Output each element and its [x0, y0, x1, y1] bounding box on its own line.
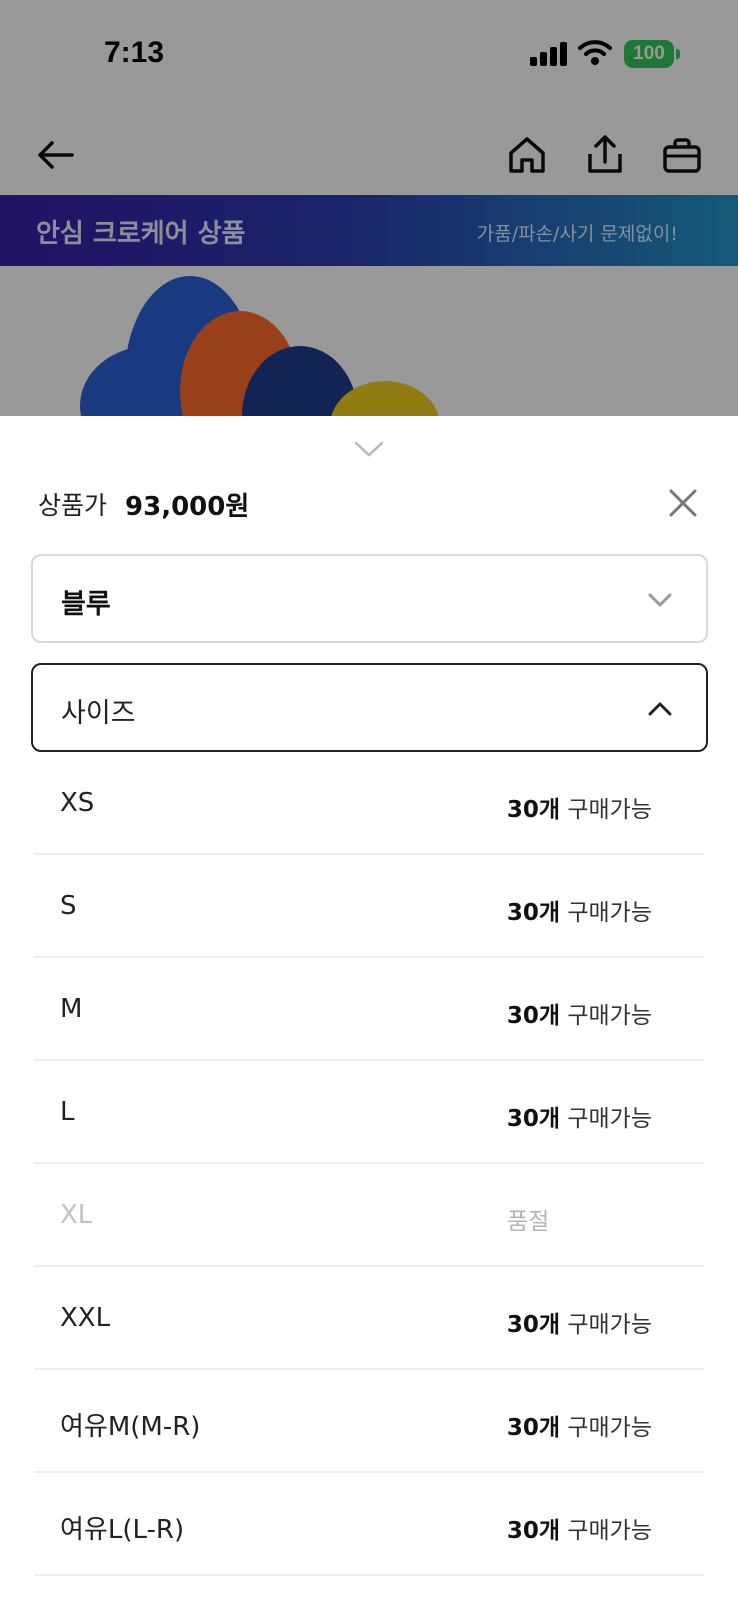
option-name: XS	[60, 788, 95, 818]
option-name: M	[60, 994, 83, 1024]
size-option-l[interactable]: L 30개 구매가능	[34, 1061, 704, 1164]
price-value: 93,000원	[125, 491, 250, 522]
option-qty: 30개	[506, 1106, 561, 1132]
size-option-list: XS 30개 구매가능 S 30개 구매가능 M 30개 구매가능 L 30개 …	[34, 752, 704, 1576]
color-select-value: 블루	[61, 589, 111, 620]
option-name: XL	[60, 1200, 93, 1230]
size-select-placeholder: 사이즈	[61, 698, 136, 729]
size-option-relaxed-m[interactable]: 여유M(M-R) 30개 구매가능	[34, 1370, 704, 1473]
option-qty: 30개	[506, 1415, 561, 1441]
option-qty: 30개	[506, 1312, 561, 1338]
size-option-xxl[interactable]: XXL 30개 구매가능	[34, 1267, 704, 1370]
price-label: 상품가	[38, 491, 108, 520]
option-stock: 30개 구매가능	[507, 893, 652, 927]
size-option-xl: XL 품절	[34, 1164, 704, 1267]
option-qty: 30개	[506, 797, 561, 823]
option-status: 구매가능	[567, 1106, 652, 1132]
option-stock: 30개 구매가능	[507, 790, 652, 824]
option-stock: 30개 구매가능	[507, 996, 652, 1030]
size-option-xs[interactable]: XS 30개 구매가능	[34, 752, 704, 855]
option-status: 구매가능	[567, 1003, 652, 1029]
product-page-background: 7:13 100 안심 크로케어 상품 가품/파손/사기 문제없이!	[0, 0, 738, 416]
soldout-label: 품절	[507, 1209, 550, 1235]
option-status: 구매가능	[567, 1312, 652, 1338]
size-select[interactable]: 사이즈	[31, 663, 708, 752]
option-name: 여유M(M-R)	[60, 1412, 201, 1442]
price-row: 상품가 93,000원	[38, 484, 249, 524]
option-qty: 30개	[506, 1518, 561, 1544]
close-icon[interactable]	[664, 484, 702, 522]
option-stock: 30개 구매가능	[507, 1305, 652, 1339]
option-bottom-sheet: 상품가 93,000원 블루 사이즈 XS 30개 구매가능 S 30개 구매가…	[0, 416, 738, 1600]
option-qty: 30개	[506, 1003, 561, 1029]
option-name: L	[60, 1097, 75, 1127]
option-name: XXL	[60, 1303, 111, 1333]
option-stock: 30개 구매가능	[507, 1511, 652, 1545]
dim-overlay[interactable]	[0, 0, 738, 416]
option-status: 구매가능	[567, 900, 652, 926]
color-select[interactable]: 블루	[31, 554, 708, 643]
chevron-up-icon	[646, 695, 674, 723]
option-status: 구매가능	[567, 1518, 652, 1544]
option-name: S	[60, 891, 77, 921]
chevron-down-icon	[646, 586, 674, 614]
option-qty: 30개	[506, 900, 561, 926]
option-name: 여유L(L-R)	[60, 1515, 185, 1545]
option-status: 구매가능	[567, 797, 652, 823]
chevron-down-icon[interactable]	[352, 438, 386, 460]
size-option-s[interactable]: S 30개 구매가능	[34, 855, 704, 958]
size-option-m[interactable]: M 30개 구매가능	[34, 958, 704, 1061]
size-option-relaxed-l[interactable]: 여유L(L-R) 30개 구매가능	[34, 1473, 704, 1576]
option-status: 구매가능	[567, 1415, 652, 1441]
option-stock: 30개 구매가능	[507, 1408, 652, 1442]
option-stock: 30개 구매가능	[507, 1099, 652, 1133]
